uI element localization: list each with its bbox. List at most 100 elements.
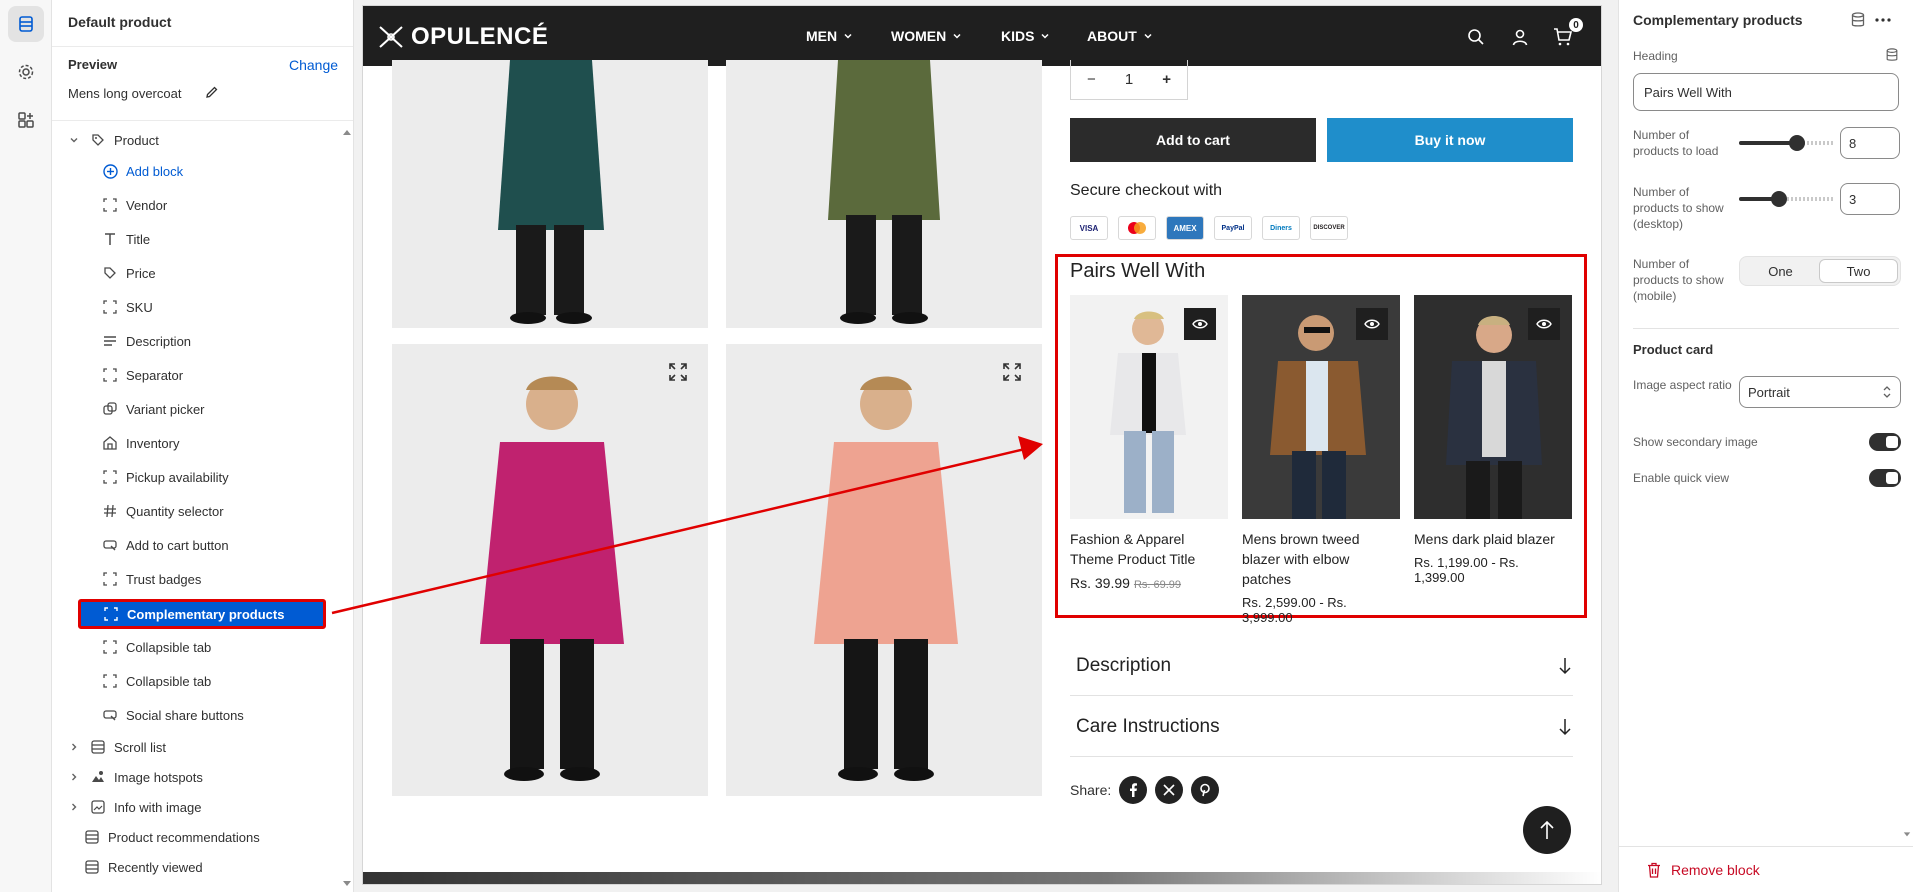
tree-section-scroll-list[interactable]: Scroll list bbox=[66, 734, 166, 760]
product-card-title[interactable]: Mens brown tweed blazer with elbow patch… bbox=[1242, 529, 1400, 589]
tree-section-product-recommendations[interactable]: Product recommendations bbox=[84, 824, 260, 850]
panel-title: Default product bbox=[68, 14, 172, 30]
minus-button[interactable]: − bbox=[1087, 71, 1096, 88]
slider-handle[interactable] bbox=[1789, 135, 1805, 151]
dynamic-source-icon[interactable] bbox=[1885, 48, 1899, 62]
expand-icon[interactable] bbox=[668, 362, 688, 382]
add-block-button[interactable]: Add block bbox=[102, 158, 183, 184]
chevron-right-icon[interactable] bbox=[66, 769, 82, 785]
tree-section-image-hotspots[interactable]: Image hotspots bbox=[66, 764, 203, 790]
slider-handle[interactable] bbox=[1771, 191, 1787, 207]
section-icon bbox=[84, 859, 100, 875]
tree-block-vendor[interactable]: Vendor bbox=[102, 192, 167, 218]
account-icon[interactable] bbox=[1511, 28, 1529, 46]
sections-icon[interactable] bbox=[8, 6, 44, 42]
product-image[interactable] bbox=[392, 60, 708, 328]
product-card[interactable]: Fashion & Apparel Theme Product Title Rs… bbox=[1070, 295, 1228, 591]
product-card[interactable]: Mens dark plaid blazer Rs. 1,199.00 - Rs… bbox=[1414, 295, 1572, 585]
tree-block-description[interactable]: Description bbox=[102, 328, 191, 354]
menu-label: WOMEN bbox=[891, 28, 947, 44]
mobile-option-one[interactable]: One bbox=[1742, 259, 1819, 283]
heading-input[interactable]: Pairs Well With bbox=[1633, 73, 1899, 111]
menu-kids[interactable]: KIDS bbox=[1001, 28, 1050, 44]
quantity-value[interactable]: 1 bbox=[1125, 71, 1133, 88]
product-card-title[interactable]: Fashion & Apparel Theme Product Title bbox=[1070, 529, 1228, 569]
tree-block-collapsible-tab[interactable]: Collapsible tab bbox=[102, 634, 211, 660]
divider bbox=[52, 120, 353, 121]
product-card-image[interactable] bbox=[1414, 295, 1572, 519]
chevron-right-icon[interactable] bbox=[66, 799, 82, 815]
scroll-down-icon[interactable] bbox=[342, 878, 353, 890]
tree-block-trust-badges[interactable]: Trust badges bbox=[102, 566, 201, 592]
preview-item-name: Mens long overcoat bbox=[68, 86, 182, 101]
products-to-load-slider[interactable] bbox=[1739, 135, 1835, 151]
more-icon[interactable] bbox=[1875, 18, 1891, 22]
aspect-ratio-select[interactable]: Portrait bbox=[1739, 376, 1901, 408]
chevron-down-icon[interactable] bbox=[66, 132, 82, 148]
remove-block-button[interactable]: Remove block bbox=[1647, 862, 1760, 878]
add-to-cart-button[interactable]: Add to cart bbox=[1070, 118, 1316, 162]
payment-icons: VISA AMEX PayPal Diners DISCOVER bbox=[1070, 216, 1348, 240]
accordion-description[interactable]: Description bbox=[1070, 636, 1573, 696]
tree-block-quantity-selector[interactable]: Quantity selector bbox=[102, 498, 224, 524]
product-card[interactable]: Mens brown tweed blazer with elbow patch… bbox=[1242, 295, 1400, 625]
scroll-down-icon[interactable] bbox=[1903, 830, 1913, 842]
tree-block-pickup-availability[interactable]: Pickup availability bbox=[102, 464, 229, 490]
pencil-icon[interactable] bbox=[204, 84, 220, 100]
mobile-option-two[interactable]: Two bbox=[1819, 259, 1898, 283]
eye-icon[interactable] bbox=[1528, 308, 1560, 340]
accordion-care-instructions[interactable]: Care Instructions bbox=[1070, 697, 1573, 757]
scroll-up-icon[interactable] bbox=[342, 128, 353, 140]
eye-icon[interactable] bbox=[1184, 308, 1216, 340]
x-twitter-icon[interactable] bbox=[1155, 776, 1184, 804]
menu-women[interactable]: WOMEN bbox=[891, 28, 962, 44]
tree-block-add-to-cart-button[interactable]: Add to cart button bbox=[102, 532, 229, 558]
horizontal-scrollbar[interactable] bbox=[363, 872, 1601, 884]
secondary-image-toggle[interactable] bbox=[1869, 433, 1901, 451]
products-desktop-input[interactable]: 3 bbox=[1840, 183, 1900, 215]
pinterest-icon[interactable] bbox=[1191, 776, 1220, 804]
accordion-label: Description bbox=[1076, 654, 1172, 676]
products-desktop-label: Number of products to show (desktop) bbox=[1633, 185, 1724, 231]
expand-icon[interactable] bbox=[1002, 362, 1022, 382]
tree-block-social-share-buttons[interactable]: Social share buttons bbox=[102, 702, 244, 728]
database-icon[interactable] bbox=[1851, 12, 1865, 28]
tree-section-product[interactable]: Product bbox=[66, 127, 159, 153]
tree-block-inventory[interactable]: Inventory bbox=[102, 430, 179, 456]
tree-block-price[interactable]: Price bbox=[102, 260, 156, 286]
product-image[interactable] bbox=[392, 344, 708, 796]
facebook-icon[interactable] bbox=[1119, 776, 1148, 804]
menu-men[interactable]: MEN bbox=[806, 28, 853, 44]
gear-icon[interactable] bbox=[8, 54, 44, 90]
tree-block-sku[interactable]: SKU bbox=[102, 294, 153, 320]
menu-about[interactable]: ABOUT bbox=[1087, 28, 1153, 44]
tree-block-collapsible-tab[interactable]: Collapsible tab bbox=[102, 668, 211, 694]
tree-section-recently-viewed[interactable]: Recently viewed bbox=[84, 854, 203, 880]
buy-now-button[interactable]: Buy it now bbox=[1327, 118, 1573, 162]
products-to-load-input[interactable]: 8 bbox=[1840, 127, 1900, 159]
search-icon[interactable] bbox=[1467, 28, 1485, 46]
product-image[interactable] bbox=[726, 344, 1042, 796]
products-desktop-slider[interactable] bbox=[1739, 191, 1835, 207]
store-logo[interactable]: OPULENCÉ bbox=[411, 23, 548, 51]
plus-button[interactable]: + bbox=[1162, 71, 1171, 88]
change-button[interactable]: Change bbox=[289, 57, 338, 73]
cart-icon[interactable] bbox=[1553, 28, 1573, 46]
apps-icon[interactable] bbox=[8, 102, 44, 138]
tree-block-separator[interactable]: Separator bbox=[102, 362, 183, 388]
logo-icon[interactable] bbox=[377, 24, 405, 50]
tree-block-variant-picker[interactable]: Variant picker bbox=[102, 396, 205, 422]
scroll-to-top-button[interactable] bbox=[1523, 806, 1571, 854]
product-card-image[interactable] bbox=[1242, 295, 1400, 519]
chevron-right-icon[interactable] bbox=[66, 739, 82, 755]
tree-block-title[interactable]: Title bbox=[102, 226, 150, 252]
tree-section-info-with-image[interactable]: Info with image bbox=[66, 794, 201, 820]
product-card-title[interactable]: Mens dark plaid blazer bbox=[1414, 529, 1572, 549]
plus-circle-icon bbox=[102, 163, 118, 179]
quick-view-toggle[interactable] bbox=[1869, 469, 1901, 487]
tree-block-complementary-products[interactable]: Complementary products bbox=[78, 599, 326, 629]
eye-icon[interactable] bbox=[1356, 308, 1388, 340]
product-card-image[interactable] bbox=[1070, 295, 1228, 519]
select-value: Portrait bbox=[1748, 384, 1790, 400]
product-image[interactable] bbox=[726, 60, 1042, 328]
